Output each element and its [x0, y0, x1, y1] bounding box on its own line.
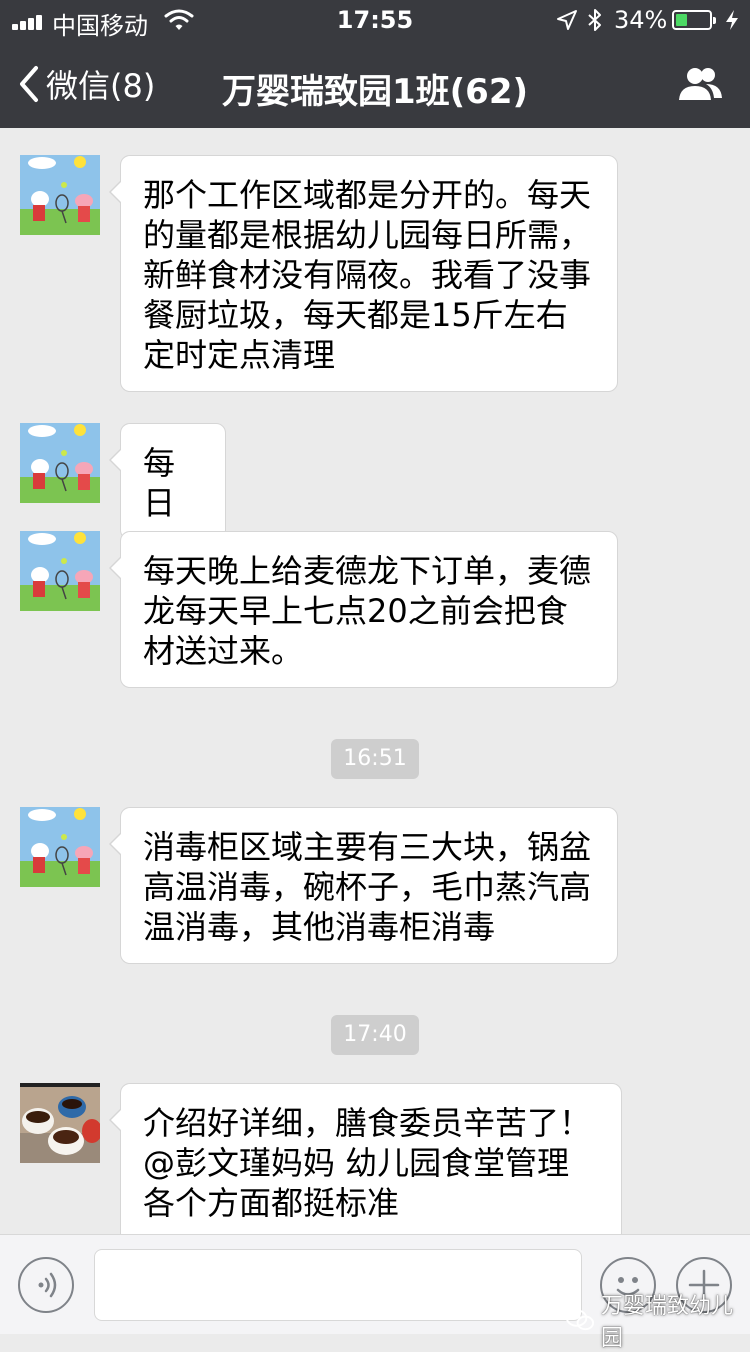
status-bar: 中国移动 17:55 34%: [0, 0, 750, 40]
message-bubble[interactable]: 消毒柜区域主要有三大块，锅盆高温消毒，碗杯子，毛巾蒸汽高温消毒，其他消毒柜消毒: [109, 807, 618, 964]
peppa-pig-avatar[interactable]: [20, 531, 100, 611]
coffee-cups-avatar[interactable]: [20, 1083, 100, 1163]
time-divider: 17:40: [0, 1015, 750, 1055]
time-divider-label: 17:40: [331, 1015, 419, 1055]
group-members-icon[interactable]: [676, 66, 724, 104]
charging-bolt-icon: [726, 10, 738, 30]
chat-message-list[interactable]: 那个工作区域都是分开的。每天的量都是根据幼儿园每日所需，新鲜食材没有隔夜。我看了…: [0, 128, 750, 1234]
message-bubble[interactable]: 每日: [109, 423, 226, 540]
message-bubble[interactable]: 那个工作区域都是分开的。每天的量都是根据幼儿园每日所需，新鲜食材没有隔夜。我看了…: [109, 155, 618, 392]
time-divider-label: 16:51: [331, 739, 419, 779]
voice-button[interactable]: [18, 1257, 74, 1313]
chat-header: 微信(8) 万婴瑞致园1班(62): [0, 40, 750, 128]
chat-title: 万婴瑞致园1班(62): [221, 72, 529, 112]
battery-fill: [676, 14, 687, 26]
battery-percent: 34%: [614, 6, 668, 34]
message-bubble[interactable]: 每天晚上给麦德龙下订单，麦德龙每天早上七点20之前会把食材送过来。: [109, 531, 618, 688]
watermark: 万婴瑞致幼儿园: [566, 1288, 750, 1352]
battery-icon: [672, 10, 716, 30]
peppa-pig-avatar[interactable]: [20, 155, 100, 235]
location-arrow-icon: [557, 10, 577, 30]
watermark-text: 万婴瑞致幼儿园: [601, 1294, 734, 1351]
voice-icon: [38, 1272, 57, 1298]
bluetooth-icon: [588, 9, 601, 31]
wechat-official-account-icon: [566, 1309, 595, 1331]
peppa-pig-avatar[interactable]: [20, 807, 100, 887]
message-bubble[interactable]: 介绍好详细，膳食委员辛苦了！@彭文瑾妈妈 幼儿园食堂管理各个方面都挺标准: [109, 1083, 622, 1234]
message-input[interactable]: [94, 1249, 582, 1321]
peppa-pig-avatar[interactable]: [20, 423, 100, 503]
time-divider: 16:51: [0, 739, 750, 779]
